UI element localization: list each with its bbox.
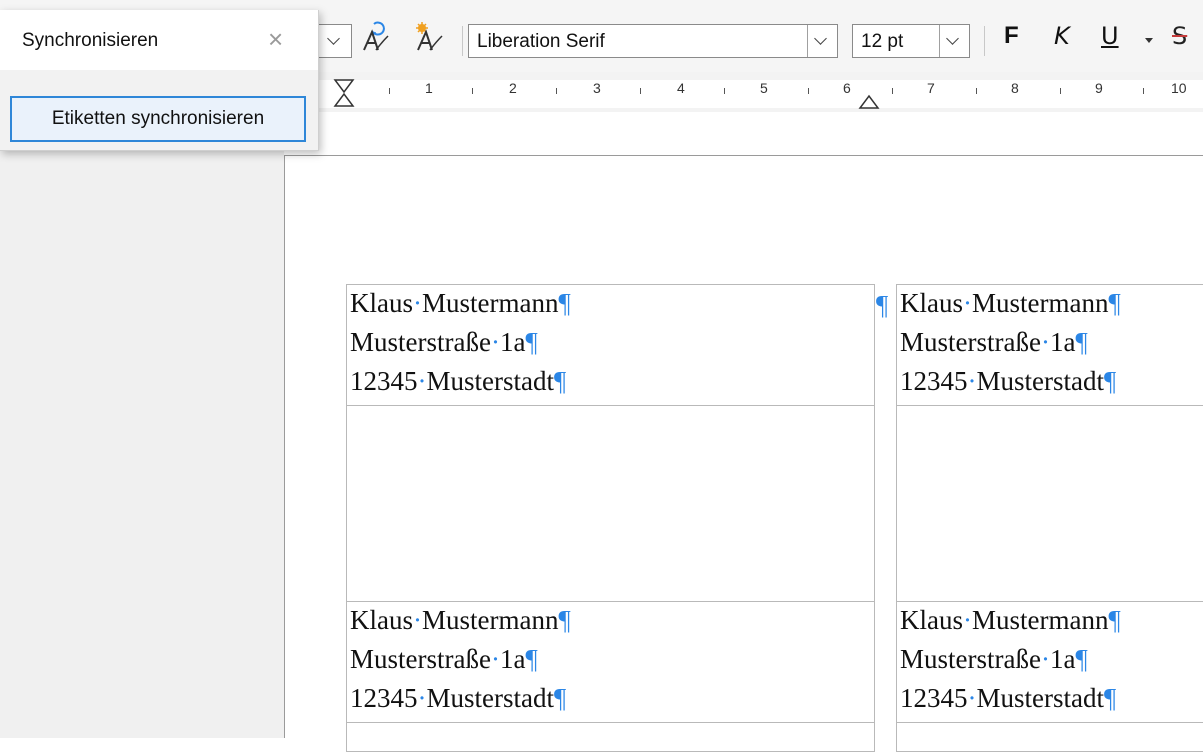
ruler-number: 10: [1171, 80, 1187, 96]
underline-options-arrow[interactable]: [1145, 38, 1153, 43]
ruler-number: 9: [1095, 80, 1103, 96]
update-style-icon[interactable]: [360, 20, 390, 56]
ruler-number: 8: [1011, 80, 1019, 96]
label-spacer-cell: [896, 722, 1203, 752]
label-street-line: Musterstraße·1a¶: [900, 644, 1088, 674]
ruler-tick: [389, 88, 390, 94]
italic-button[interactable]: K: [1054, 22, 1070, 50]
ruler-tick: [472, 88, 473, 94]
ruler-tick: [808, 88, 809, 94]
ruler-tick: [892, 88, 893, 94]
toolbar-separator: [984, 26, 985, 56]
label-name-line: Klaus·Mustermann¶: [350, 288, 571, 318]
ruler-number: 4: [677, 80, 685, 96]
font-name-value: Liberation Serif: [477, 31, 605, 52]
font-size-dropdown-arrow[interactable]: [939, 25, 969, 57]
strikethrough-button[interactable]: S: [1172, 22, 1187, 50]
window-title: Synchronisieren: [22, 30, 159, 51]
ruler-number: 3: [593, 80, 601, 96]
font-size-value: 12 pt: [861, 31, 904, 52]
new-style-icon[interactable]: [414, 20, 444, 56]
label-name-line: Klaus·Mustermann¶: [350, 605, 571, 635]
page-top-edge: [284, 155, 1203, 156]
ruler-tick: [724, 88, 725, 94]
ruler-tick: [640, 88, 641, 94]
label-street-line: Musterstraße·1a¶: [350, 327, 538, 357]
ruler-number: 6: [843, 80, 851, 96]
ruler-number: 2: [509, 80, 517, 96]
label-street-line: Musterstraße·1a¶: [900, 327, 1088, 357]
label-city-line: 12345·Musterstadt¶: [350, 366, 567, 396]
toolbar-separator: [462, 26, 463, 56]
font-size-dropdown[interactable]: 12 pt: [852, 24, 970, 58]
left-indent-marker[interactable]: [332, 78, 356, 108]
synchronize-labels-button[interactable]: Etiketten synchronisieren: [10, 96, 306, 142]
underline-button[interactable]: U: [1101, 22, 1119, 50]
paragraph-style-dropdown-arrow[interactable]: [321, 25, 351, 57]
ruler-tick: [976, 88, 977, 94]
ruler-number: 5: [760, 80, 768, 96]
label-name-line: Klaus·Mustermann¶: [900, 288, 1121, 318]
column-gap-pilcrow: ¶: [876, 290, 889, 320]
font-name-dropdown-arrow[interactable]: [807, 25, 837, 57]
label-city-line: 12345·Musterstadt¶: [900, 683, 1117, 713]
label-city-line: 12345·Musterstadt¶: [350, 683, 567, 713]
font-name-dropdown[interactable]: Liberation Serif: [468, 24, 838, 58]
label-spacer-cell: [346, 405, 875, 602]
label-spacer-cell: [346, 722, 875, 752]
label-street-line: Musterstraße·1a¶: [350, 644, 538, 674]
page-left-edge: [284, 155, 285, 738]
document-background: [0, 112, 284, 738]
label-name-line: Klaus·Mustermann¶: [900, 605, 1121, 635]
chevron-down-icon: [327, 32, 340, 45]
ruler-tick: [1060, 88, 1061, 94]
chevron-down-icon: [814, 32, 827, 45]
ruler-number: 7: [927, 80, 935, 96]
ruler-tick: [1143, 88, 1144, 94]
right-indent-marker[interactable]: [858, 94, 880, 110]
ruler-number: 1: [425, 80, 433, 96]
label-spacer-cell: [896, 405, 1203, 602]
ruler-tick: [556, 88, 557, 94]
bold-button[interactable]: F: [1004, 22, 1019, 50]
chevron-down-icon: [946, 32, 959, 45]
close-icon[interactable]: ×: [268, 26, 283, 52]
label-city-line: 12345·Musterstadt¶: [900, 366, 1117, 396]
